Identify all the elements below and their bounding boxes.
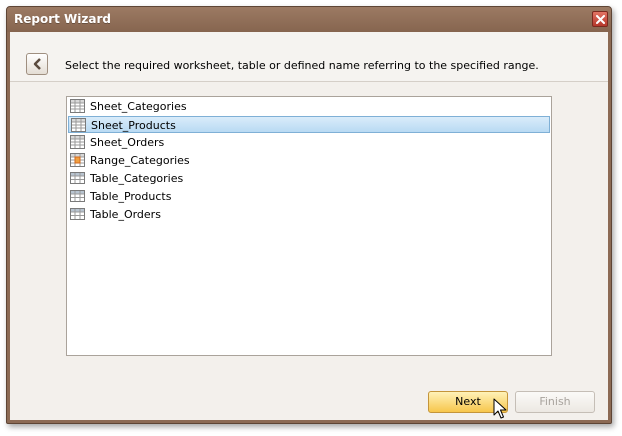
report-wizard-window: Report Wizard Select the required worksh… bbox=[6, 6, 612, 424]
window-title: Report Wizard bbox=[14, 12, 111, 26]
finish-button[interactable]: Finish bbox=[515, 391, 595, 413]
list-item-label: Sheet_Orders bbox=[90, 136, 165, 149]
data-member-list[interactable]: Sheet_Categories Sheet_Products Sheet_Or… bbox=[66, 96, 552, 356]
list-item-label: Range_Categories bbox=[90, 154, 190, 167]
list-item-label: Sheet_Products bbox=[91, 119, 176, 132]
wizard-header: Select the required worksheet, table or … bbox=[10, 32, 608, 82]
table-icon bbox=[70, 172, 85, 184]
list-item-selected[interactable]: Sheet_Products bbox=[68, 116, 550, 133]
list-item[interactable]: Range_Categories bbox=[68, 152, 550, 169]
chevron-left-icon bbox=[33, 58, 41, 70]
list-item[interactable]: Table_Orders bbox=[68, 206, 550, 223]
list-item-label: Table_Orders bbox=[90, 208, 161, 221]
mouse-cursor-icon bbox=[493, 398, 507, 419]
named-range-icon bbox=[70, 153, 85, 167]
close-icon bbox=[596, 15, 605, 24]
instruction-text: Select the required worksheet, table or … bbox=[65, 59, 539, 72]
table-icon bbox=[70, 190, 85, 202]
wizard-content: Select the required worksheet, table or … bbox=[10, 32, 608, 420]
list-item-label: Table_Categories bbox=[90, 172, 184, 185]
sheet-icon bbox=[70, 135, 85, 149]
list-item[interactable]: Table_Categories bbox=[68, 170, 550, 187]
list-item[interactable]: Table_Products bbox=[68, 188, 550, 205]
list-item-label: Table_Products bbox=[90, 190, 172, 203]
back-button[interactable] bbox=[26, 53, 48, 75]
list-item-label: Sheet_Categories bbox=[90, 100, 187, 113]
sheet-icon bbox=[70, 99, 85, 113]
table-icon bbox=[70, 208, 85, 220]
title-bar[interactable]: Report Wizard bbox=[7, 7, 611, 32]
sheet-icon bbox=[71, 118, 86, 132]
close-button[interactable] bbox=[592, 11, 608, 27]
screenshot-root: Report Wizard Select the required worksh… bbox=[0, 0, 622, 436]
list-item[interactable]: Sheet_Orders bbox=[68, 134, 550, 151]
list-item[interactable]: Sheet_Categories bbox=[68, 98, 550, 115]
